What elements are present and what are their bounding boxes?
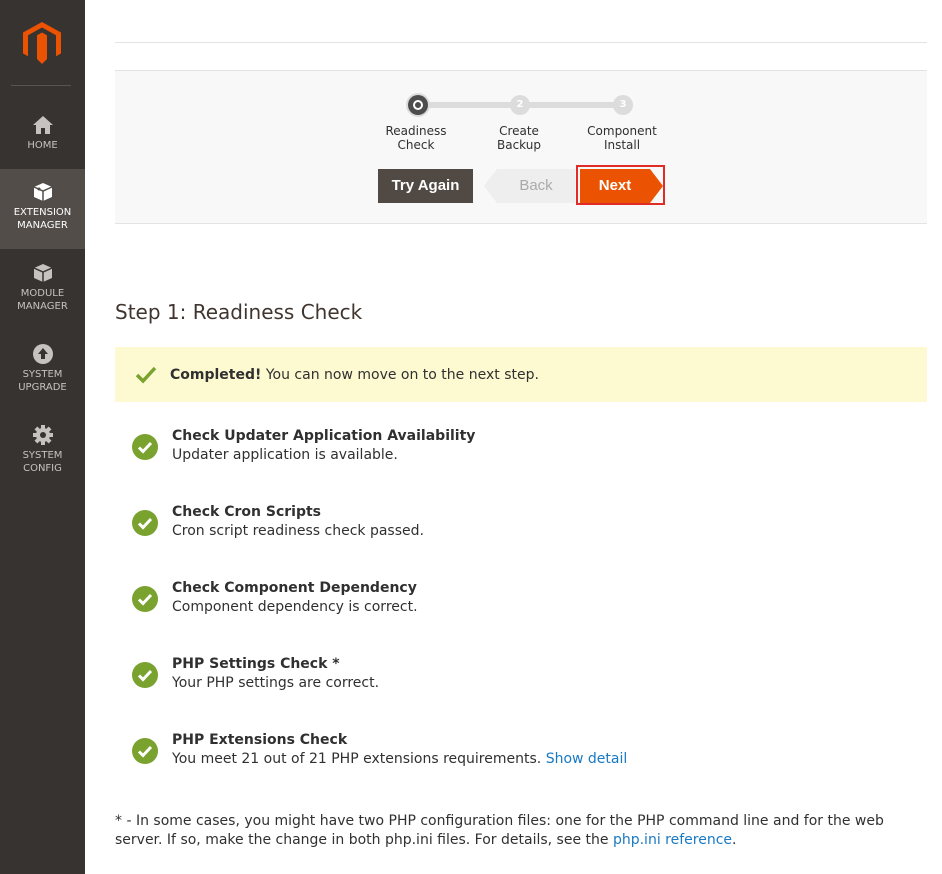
step-indicator-current	[408, 95, 428, 115]
sidebar-item-module-manager[interactable]: Module Manager	[0, 262, 85, 322]
footnote: * - In some cases, you might have two PH…	[115, 812, 927, 850]
success-notice: Completed! You can now move on to the ne…	[115, 347, 927, 402]
box-icon	[33, 183, 52, 201]
magento-logo[interactable]	[23, 22, 61, 64]
sidebar-item-home[interactable]: Home	[0, 114, 85, 164]
back-button[interactable]: Back	[484, 169, 575, 203]
check-description: You meet 21 out of 21 PHP extensions req…	[172, 751, 627, 767]
sidebar-item-label: Home	[27, 140, 58, 151]
try-again-button[interactable]: Try Again	[378, 169, 473, 203]
gear-icon	[32, 425, 53, 445]
progress-track	[427, 102, 519, 108]
top-divider	[115, 42, 927, 43]
footnote-text: * - In some cases, you might have two PH…	[115, 813, 884, 848]
sidebar-item-label: Extension Manager	[13, 207, 72, 231]
upload-icon	[32, 344, 53, 364]
check-title: PHP Settings Check *	[172, 656, 340, 672]
sidebar: Home Extension Manager Module Manager Sy…	[0, 0, 85, 874]
notice-message: You can now move on to the next step.	[261, 367, 539, 383]
back-button-label: Back	[519, 177, 553, 194]
step-wizard: 2 3 Readiness Check Create Backup Compon…	[115, 70, 927, 224]
sidebar-divider	[11, 85, 71, 86]
notice-text: Completed! You can now move on to the ne…	[170, 367, 539, 383]
back-arrow-shape	[484, 169, 497, 203]
current-step-ring	[413, 100, 423, 110]
sidebar-item-label: System Upgrade	[18, 369, 67, 393]
check-title: Check Component Dependency	[172, 580, 417, 596]
check-title: PHP Extensions Check	[172, 732, 348, 748]
sidebar-item-system-config[interactable]: System Config	[0, 424, 85, 484]
progress-track	[529, 102, 621, 108]
step-label-create-backup: Create Backup	[497, 124, 541, 152]
check-description: Your PHP settings are correct.	[172, 675, 380, 691]
page-title: Step 1: Readiness Check	[115, 300, 363, 324]
next-button-label: Next	[598, 177, 632, 194]
check-title: Check Cron Scripts	[172, 504, 321, 520]
check-description-text: You meet 21 out of 21 PHP extensions req…	[172, 751, 542, 767]
notice-strong: Completed!	[170, 367, 262, 383]
check-circle-icon	[132, 662, 158, 688]
check-title: Check Updater Application Availability	[172, 428, 476, 444]
step-indicator: 3	[613, 95, 633, 115]
main-content: 2 3 Readiness Check Create Backup Compon…	[115, 0, 942, 874]
footnote-end: .	[732, 832, 737, 848]
check-circle-icon	[132, 586, 158, 612]
next-button[interactable]: Next	[580, 169, 663, 203]
check-circle-icon	[132, 434, 158, 460]
check-item-cron: Check Cron Scripts Cron script readiness…	[115, 504, 927, 560]
check-circle-icon	[132, 738, 158, 764]
sidebar-item-label: System Config	[22, 450, 63, 474]
next-arrow-shape	[650, 169, 663, 203]
cube-icon	[33, 264, 52, 282]
sidebar-item-label: Module Manager	[17, 288, 68, 312]
check-description: Component dependency is correct.	[172, 599, 418, 615]
checkmark-icon	[135, 366, 157, 384]
home-icon	[32, 116, 53, 134]
check-circle-icon	[132, 510, 158, 536]
check-item-php-extensions: PHP Extensions Check You meet 21 out of …	[115, 732, 927, 788]
php-ini-reference-link[interactable]: php.ini reference	[613, 832, 732, 848]
step-label-readiness-check: Readiness Check	[385, 124, 447, 152]
sidebar-item-extension-manager[interactable]: Extension Manager	[0, 169, 85, 249]
check-description: Cron script readiness check passed.	[172, 523, 424, 539]
step-label-component-install: Component Install	[587, 124, 657, 152]
check-item-updater: Check Updater Application Availability U…	[115, 428, 927, 484]
step-indicator: 2	[510, 95, 530, 115]
check-item-dependency: Check Component Dependency Component dep…	[115, 580, 927, 636]
check-description: Updater application is available.	[172, 447, 398, 463]
show-detail-link[interactable]: Show detail	[546, 751, 628, 767]
check-item-php-settings: PHP Settings Check * Your PHP settings a…	[115, 656, 927, 712]
sidebar-item-system-upgrade[interactable]: System Upgrade	[0, 343, 85, 403]
